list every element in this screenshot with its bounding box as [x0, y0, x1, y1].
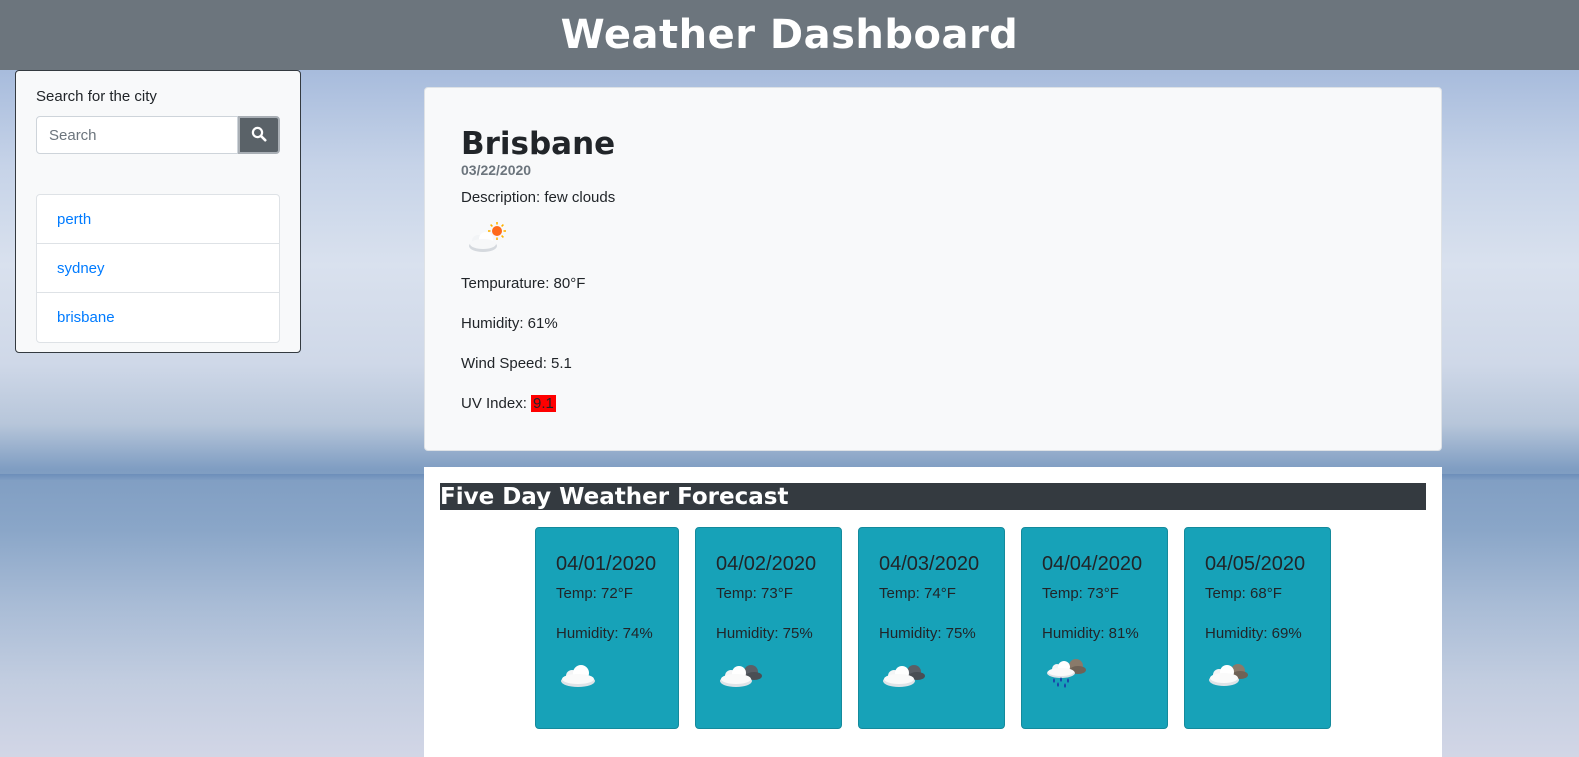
weather-description: Description: few clouds: [461, 189, 616, 206]
temperature-text: Tempurature: 80°F: [461, 275, 586, 292]
forecast-humidity: Humidity: 74%: [556, 625, 653, 642]
history-item-brisbane[interactable]: brisbane: [37, 293, 279, 342]
forecast-humidity: Humidity: 75%: [879, 625, 976, 642]
forecast-date: 04/01/2020: [556, 553, 657, 575]
forecast-section: Five Day Weather Forecast 04/01/2020 Tem…: [424, 467, 1442, 757]
broken-clouds-icon: [718, 661, 764, 694]
city-name: Brisbane: [461, 126, 616, 162]
uv-index-badge: 9.1: [531, 395, 556, 412]
uv-index-label: UV Index:: [461, 395, 532, 412]
forecast-date: 04/02/2020: [716, 553, 817, 575]
forecast-temp: Temp: 73°F: [716, 585, 793, 602]
uv-index-row: UV Index: 9.1: [461, 392, 1405, 416]
app-header: Weather Dashboard: [0, 0, 1579, 70]
forecast-temp: Temp: 72°F: [556, 585, 633, 602]
search-panel: Search for the city perth sydney brisban…: [15, 70, 301, 353]
forecast-card: 04/02/2020 Temp: 73°F Humidity: 75%: [695, 527, 842, 729]
search-input[interactable]: [36, 116, 238, 154]
cloud-icon: [558, 663, 598, 694]
wind-speed-text: Wind Speed: 5.1: [461, 355, 572, 372]
forecast-date: 04/05/2020: [1205, 553, 1306, 575]
forecast-card: 04/04/2020 Temp: 73°F Humidity: 81%: [1021, 527, 1168, 729]
search-form: [36, 116, 280, 154]
search-history-list: perth sydney brisbane: [36, 194, 280, 343]
forecast-temp: Temp: 68°F: [1205, 585, 1282, 602]
forecast-date: 04/04/2020: [1042, 553, 1143, 575]
humidity-text: Humidity: 61%: [461, 315, 558, 332]
forecast-humidity: Humidity: 75%: [716, 625, 813, 642]
forecast-humidity: Humidity: 69%: [1205, 625, 1302, 642]
few-clouds-day-icon: [461, 220, 1405, 256]
rain-icon: [1044, 657, 1090, 694]
forecast-humidity: Humidity: 81%: [1042, 625, 1139, 642]
search-button[interactable]: [238, 116, 280, 154]
broken-clouds-icon: [881, 661, 927, 694]
forecast-temp: Temp: 73°F: [1042, 585, 1119, 602]
forecast-card: 04/01/2020 Temp: 72°F Humidity: 74%: [535, 527, 679, 729]
search-label: Search for the city: [36, 88, 157, 105]
history-item-perth[interactable]: perth: [37, 195, 279, 244]
search-icon: [251, 126, 267, 145]
current-weather-card: Brisbane 03/22/2020 Description: few clo…: [424, 87, 1442, 451]
forecast-title: Five Day Weather Forecast: [440, 483, 1426, 510]
forecast-date: 04/03/2020: [879, 553, 980, 575]
app-title: Weather Dashboard: [560, 12, 1019, 58]
forecast-temp: Temp: 74°F: [879, 585, 956, 602]
forecast-card: 04/05/2020 Temp: 68°F Humidity: 69%: [1184, 527, 1331, 729]
broken-clouds-icon: [1207, 661, 1253, 694]
forecast-card: 04/03/2020 Temp: 74°F Humidity: 75%: [858, 527, 1005, 729]
current-date: 03/22/2020: [461, 162, 532, 178]
history-item-sydney[interactable]: sydney: [37, 244, 279, 293]
